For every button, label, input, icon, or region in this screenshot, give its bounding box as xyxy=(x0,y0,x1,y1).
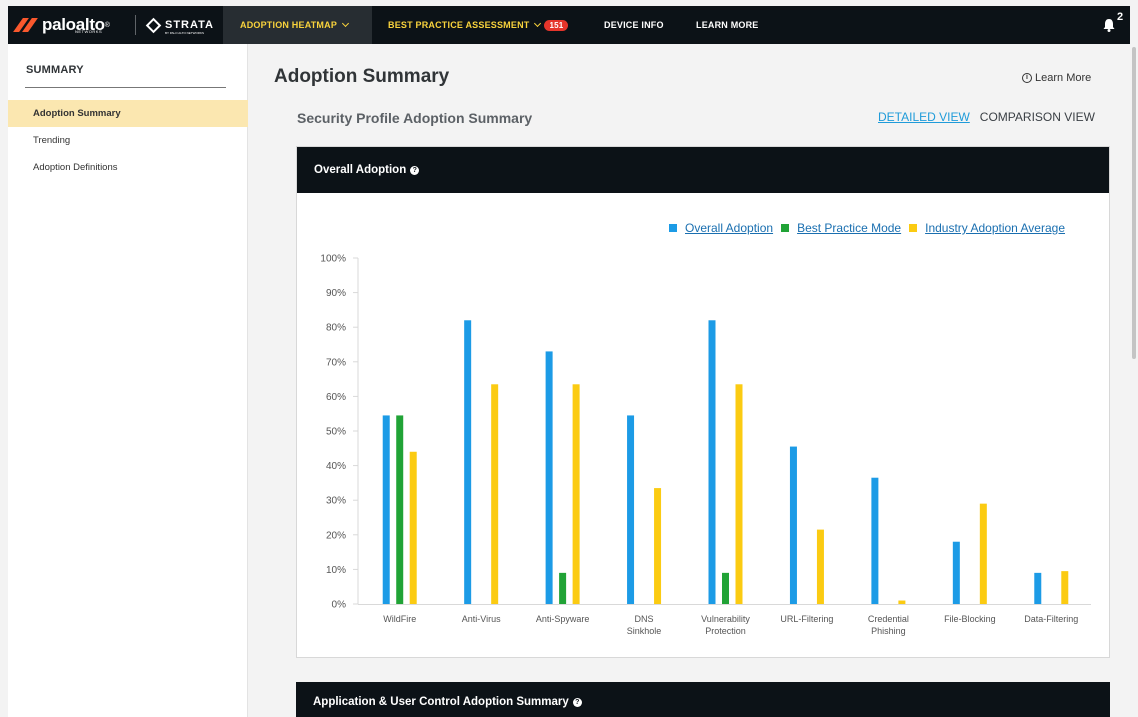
legend-swatch xyxy=(781,224,790,232)
top-navigation-bar: paloalto ® NETWORKS STRATA BY PALO ALTO N… xyxy=(8,6,1130,44)
bar-best-practice-mode xyxy=(722,572,729,604)
info-icon: i xyxy=(1022,73,1032,83)
nav-adoption-heatmap[interactable]: ADOPTION HEATMAP xyxy=(223,6,372,44)
overall-adoption-chart: 0% 10% 20% 30% 40% 50% 60% 70% 80% 90% 100% WildFir… xyxy=(320,254,1091,636)
nav-device-info[interactable]: DEVICE INFO xyxy=(604,6,664,44)
next-panel-title: Application & User Control Adoption Summ… xyxy=(313,696,569,708)
x-tick-label: Credential xyxy=(868,614,909,624)
learn-more-link[interactable]: i Learn More xyxy=(1022,72,1091,84)
y-tick-label: 30% xyxy=(326,496,346,507)
strata-logo[interactable]: STRATA BY PALO ALTO NETWORKS xyxy=(145,13,214,37)
y-tick-label: 100% xyxy=(320,254,346,265)
paloalto-logo[interactable]: paloalto ® xyxy=(13,10,110,40)
bar-overall-adoption xyxy=(382,415,390,604)
sidebar-item-trending[interactable]: Trending xyxy=(8,127,248,154)
brand-registered-mark: ® xyxy=(104,21,110,29)
chart-legend: Overall Adoption Best Practice Mode Indu… xyxy=(669,221,1073,235)
bar-industry-adoption-average xyxy=(1061,571,1069,604)
sidebar-item-adoption-definitions[interactable]: Adoption Definitions xyxy=(8,154,248,181)
scrollbar[interactable] xyxy=(1130,44,1138,717)
bar-industry-adoption-average xyxy=(572,384,580,604)
y-tick-label: 70% xyxy=(326,357,346,368)
nav-best-practice-label: BEST PRACTICE ASSESSMENT xyxy=(388,20,530,30)
view-toggle: DETAILED VIEW COMPARISON VIEW xyxy=(878,110,1095,124)
strata-logo-icon xyxy=(145,17,162,33)
bar-industry-adoption-average xyxy=(491,384,499,604)
y-tick-label: 0% xyxy=(332,600,347,611)
x-tick-label: Phishing xyxy=(871,626,906,636)
x-tick-label: Sinkhole xyxy=(627,626,662,636)
help-icon[interactable]: ? xyxy=(410,165,420,175)
y-tick-label: 90% xyxy=(326,288,346,299)
bar-overall-adoption xyxy=(627,415,635,604)
sidebar-divider xyxy=(25,87,226,88)
overall-adoption-panel-header: Overall Adoption ? xyxy=(297,147,1109,193)
nav-adoption-heatmap-label: ADOPTION HEATMAP xyxy=(240,20,338,30)
y-tick-label: 50% xyxy=(326,427,346,438)
legend-industry-adoption-average[interactable]: Industry Adoption Average xyxy=(909,221,1065,235)
bar-overall-adoption xyxy=(871,477,879,604)
bar-industry-adoption-average xyxy=(979,503,987,604)
bar-best-practice-mode xyxy=(559,572,567,604)
legend-label: Best Practice Mode xyxy=(797,221,902,235)
bar-overall-adoption xyxy=(789,446,797,604)
bar-overall-adoption xyxy=(708,320,716,604)
bar-best-practice-mode xyxy=(396,415,404,604)
legend-swatch xyxy=(909,224,918,232)
bar-industry-adoption-average xyxy=(654,488,662,604)
legend-label: Industry Adoption Average xyxy=(925,221,1065,235)
legend-best-practice-mode[interactable]: Best Practice Mode xyxy=(781,221,901,235)
notification-bell-icon[interactable] xyxy=(1102,18,1116,32)
legend-swatch xyxy=(669,224,677,232)
bar-industry-adoption-average xyxy=(409,451,417,604)
nav-divider xyxy=(135,15,136,35)
legend-overall-adoption[interactable]: Overall Adoption xyxy=(669,221,773,235)
brand-sub: NETWORKS xyxy=(75,29,103,34)
x-tick-label: File-Blocking xyxy=(944,614,996,624)
nav-best-practice-assessment[interactable]: BEST PRACTICE ASSESSMENT 151 xyxy=(386,6,569,44)
x-tick-label: Anti-Virus xyxy=(462,614,501,624)
sidebar-title: SUMMARY xyxy=(26,64,84,76)
x-tick-label: Protection xyxy=(705,626,746,636)
x-tick-label: Data-Filtering xyxy=(1024,614,1078,624)
x-tick-label: URL-Filtering xyxy=(780,614,833,624)
x-tick-label: Anti-Spyware xyxy=(536,614,590,624)
x-tick-label: WildFire xyxy=(383,614,416,624)
bar-industry-adoption-average xyxy=(735,384,743,604)
help-icon[interactable]: ? xyxy=(572,697,582,707)
page-title: Adoption Summary xyxy=(274,66,450,87)
chevron-down-icon xyxy=(534,19,542,28)
bar-industry-adoption-average xyxy=(898,600,906,604)
y-tick-label: 40% xyxy=(326,461,346,472)
best-practice-count-badge: 151 xyxy=(544,19,569,31)
y-tick-label: 20% xyxy=(326,530,346,541)
legend-label: Overall Adoption xyxy=(685,221,774,235)
y-tick-label: 80% xyxy=(326,323,346,334)
bar-overall-adoption xyxy=(1034,572,1042,604)
notification-count: 2 xyxy=(1117,11,1124,23)
strata-product-name: STRATA xyxy=(165,19,214,31)
scrollbar-thumb[interactable] xyxy=(1132,47,1136,359)
comparison-view-link[interactable]: COMPARISON VIEW xyxy=(980,110,1095,124)
bar-industry-adoption-average xyxy=(816,529,824,604)
bar-overall-adoption xyxy=(952,541,960,604)
strata-sub: BY PALO ALTO NETWORKS xyxy=(165,31,204,35)
sidebar-item-adoption-summary[interactable]: Adoption Summary xyxy=(8,100,248,127)
learn-more-label: Learn More xyxy=(1035,72,1092,84)
paloalto-logo-icon xyxy=(13,17,38,33)
panel-title: Overall Adoption xyxy=(314,164,407,176)
bar-overall-adoption xyxy=(545,351,553,604)
section-subtitle: Security Profile Adoption Summary xyxy=(297,110,533,126)
sidebar: SUMMARY Adoption Summary Trending Adopti… xyxy=(8,44,248,717)
y-tick-label: 60% xyxy=(326,392,346,403)
x-tick-label: DNS xyxy=(635,614,654,624)
detailed-view-link[interactable]: DETAILED VIEW xyxy=(878,110,970,124)
bar-overall-adoption xyxy=(464,320,472,604)
nav-learn-more[interactable]: LEARN MORE xyxy=(696,6,759,44)
app-user-control-panel-header: Application & User Control Adoption Summ… xyxy=(296,682,1110,717)
y-tick-label: 10% xyxy=(326,565,346,576)
chevron-down-icon xyxy=(342,19,350,28)
x-tick-label: Vulnerability xyxy=(701,614,750,624)
